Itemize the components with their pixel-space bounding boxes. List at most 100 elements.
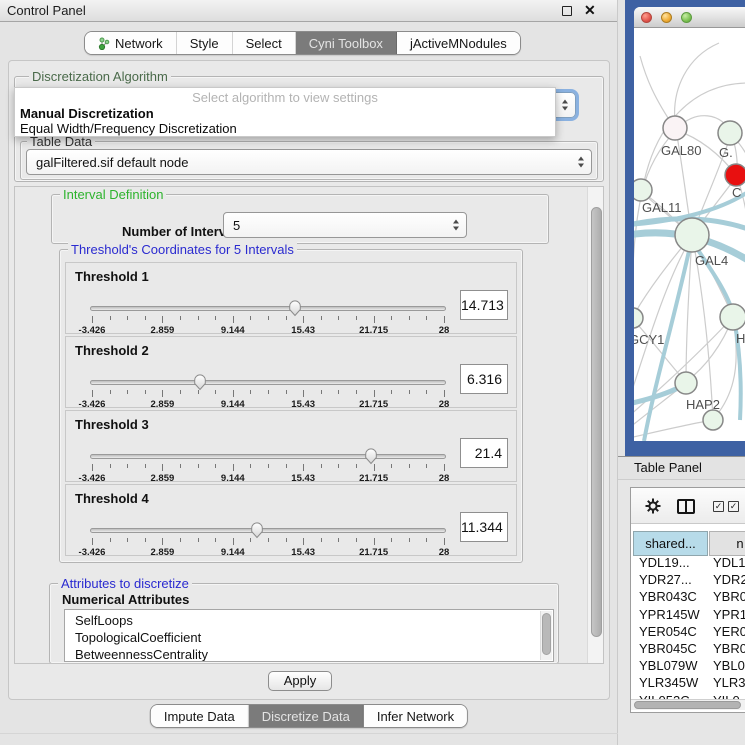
menu-item-equal-width-frequency[interactable]: Equal Width/Frequency Discretization: [20, 121, 237, 136]
split-panel-icon[interactable]: [677, 499, 695, 514]
slider-thumb-icon[interactable]: [288, 299, 303, 317]
tick-mark: [374, 464, 375, 471]
threshold-slider[interactable]: -3.4262.8599.14415.4321.71528: [90, 523, 446, 555]
float-window-icon[interactable]: [562, 6, 572, 16]
slider-track[interactable]: [90, 454, 446, 459]
number-of-intervals-combo[interactable]: 5: [223, 212, 467, 238]
tab-label: Network: [115, 36, 163, 51]
slider-thumb-icon[interactable]: [364, 447, 379, 465]
tab-cyni-toolbox[interactable]: Cyni Toolbox: [296, 32, 397, 54]
threshold-value-field[interactable]: 6.316: [460, 364, 508, 394]
slider-thumb-icon[interactable]: [193, 373, 208, 391]
tick-label: -3.426: [79, 473, 106, 484]
horizontal-scrollbar[interactable]: [631, 699, 745, 710]
close-icon[interactable]: ✕: [584, 2, 596, 19]
slider-thumb-icon[interactable]: [250, 521, 265, 539]
tick-label: 2.859: [151, 399, 175, 410]
vertical-scrollbar[interactable]: [587, 187, 604, 663]
tab-style[interactable]: Style: [177, 32, 233, 54]
tick-mark: [444, 464, 445, 471]
tick-mark: [127, 538, 128, 542]
checkbox-icon[interactable]: [713, 501, 724, 512]
table-row[interactable]: YBR043CYBR0...: [631, 588, 745, 605]
horizontal-scrollbar-thumb[interactable]: [634, 701, 741, 709]
table-row[interactable]: YER054C YER0...: [631, 623, 745, 640]
slider-track[interactable]: [90, 380, 446, 385]
tick-label: 15.43: [291, 547, 315, 558]
tab-infer-network[interactable]: Infer Network: [364, 705, 467, 727]
list-scrollbar[interactable]: [540, 611, 552, 660]
tick-mark: [215, 316, 216, 320]
numerical-attributes-list[interactable]: SelfLoopsTopologicalCoefficientBetweenne…: [64, 609, 554, 662]
table-row[interactable]: YIL052CYIL0...: [631, 692, 745, 700]
threshold-slider[interactable]: -3.4262.8599.14415.4321.71528: [90, 375, 446, 407]
network-node-h[interactable]: [720, 304, 745, 330]
zoom-traffic-light-icon[interactable]: [681, 12, 692, 23]
table-cell: YER054C: [639, 624, 709, 639]
column-header-shared-name[interactable]: shared...: [633, 531, 708, 556]
table-data-combo[interactable]: galFiltered.sif default node: [26, 149, 592, 175]
network-node-gal4[interactable]: [675, 218, 709, 252]
menu-item-manual-discretization[interactable]: Manual Discretization: [20, 106, 154, 121]
threshold-label: Threshold 4: [75, 491, 149, 506]
network-node-gal11[interactable]: [634, 179, 652, 201]
threshold-slider[interactable]: -3.4262.8599.14415.4321.71528: [90, 449, 446, 481]
tick-mark: [110, 390, 111, 394]
network-view-window[interactable]: GAL80G.CGAL11GAL4GCY1HHAP2: [634, 7, 745, 441]
tab-network[interactable]: Network: [85, 32, 177, 54]
table-row[interactable]: YBL079WYBL0...: [631, 657, 745, 674]
network-node-c[interactable]: [725, 164, 745, 186]
slider-track[interactable]: [90, 306, 446, 311]
network-node-gcy1[interactable]: [634, 308, 643, 328]
attributes-group: Attributes to discretize Numerical Attri…: [49, 583, 559, 664]
slider-ticks: [92, 390, 444, 398]
table-cell: YER0...: [713, 624, 745, 639]
minimize-traffic-light-icon[interactable]: [661, 12, 672, 23]
tab-select[interactable]: Select: [233, 32, 296, 54]
table-row[interactable]: YLR345WYLR3...: [631, 674, 745, 691]
table-data-combo-value: galFiltered.sif default node: [36, 155, 188, 170]
tick-label: -3.426: [79, 325, 106, 336]
group-title: Attributes to discretize: [58, 576, 192, 591]
list-scrollbar-thumb[interactable]: [542, 613, 551, 655]
list-item[interactable]: BetweennessCentrality: [65, 646, 553, 662]
tick-mark: [303, 316, 304, 323]
list-item[interactable]: SelfLoops: [65, 610, 553, 629]
threshold-slider[interactable]: -3.4262.8599.14415.4321.71528: [90, 301, 446, 333]
table-row[interactable]: YDR27...YDR2...: [631, 571, 745, 588]
network-node[interactable]: [703, 410, 723, 430]
tab-impute-data[interactable]: Impute Data: [151, 705, 249, 727]
algorithm-dropdown-popup: Select algorithm to view settings Manual…: [14, 87, 556, 137]
threshold-value-field[interactable]: 21.4: [460, 438, 508, 468]
column-header-name[interactable]: n: [709, 531, 745, 556]
gear-icon[interactable]: [645, 498, 661, 514]
node-table: shared... n YDL19...YDL1...YDR27...YDR2.…: [630, 487, 745, 713]
table-row[interactable]: YDL19...YDL1...: [631, 554, 745, 571]
vertical-scrollbar-thumb[interactable]: [591, 207, 602, 637]
network-edge[interactable]: [634, 192, 642, 318]
node-label: C: [732, 185, 741, 200]
table-row[interactable]: YBR045CYBR0...: [631, 640, 745, 657]
table-row[interactable]: YPR145WYPR1...: [631, 606, 745, 623]
slider-track[interactable]: [90, 528, 446, 533]
network-canvas[interactable]: GAL80G.CGAL11GAL4GCY1HHAP2: [634, 28, 745, 441]
tick-mark: [145, 464, 146, 468]
tick-mark: [215, 538, 216, 542]
tick-label: 15.43: [291, 325, 315, 336]
threshold-value-field[interactable]: 11.344: [460, 512, 508, 542]
network-node-gal80[interactable]: [663, 116, 687, 140]
tab-discretize-data[interactable]: Discretize Data: [249, 705, 364, 727]
tab-jactivemnodules[interactable]: jActiveMNodules: [397, 32, 520, 54]
table-cell: YLR3...: [713, 675, 745, 690]
threshold-value-field[interactable]: 14.713: [460, 290, 508, 320]
list-item[interactable]: TopologicalCoefficient: [65, 629, 553, 646]
threshold-label: Threshold 1: [75, 269, 149, 284]
tick-mark: [303, 390, 304, 397]
network-node-hap2[interactable]: [675, 372, 697, 394]
app-root: Control Panel ✕ NetworkStyleSelectCyni T…: [0, 0, 745, 745]
threshold-panel: Threshold 4 11.344 -3.4262.8599.14415.4321…: [65, 484, 517, 556]
network-node-g-[interactable]: [718, 121, 742, 145]
checkbox-icon[interactable]: [728, 501, 739, 512]
close-traffic-light-icon[interactable]: [641, 12, 652, 23]
apply-button[interactable]: Apply: [268, 671, 332, 691]
